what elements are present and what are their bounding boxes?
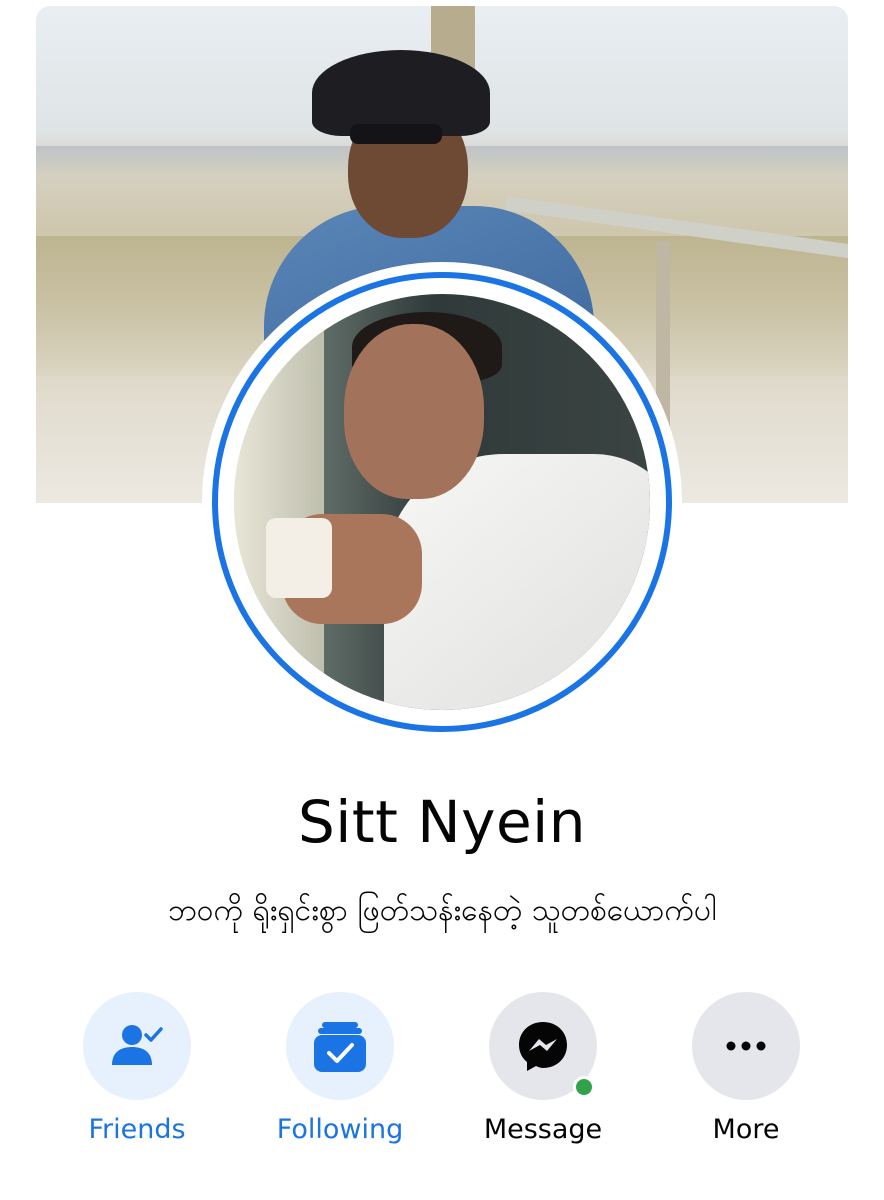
message-label: Message xyxy=(483,1114,603,1145)
following-button-circle[interactable] xyxy=(286,992,394,1100)
messenger-icon xyxy=(519,1022,567,1071)
more-label: More xyxy=(712,1114,780,1145)
following-button[interactable]: Following xyxy=(250,992,430,1145)
more-dots-icon xyxy=(726,1041,766,1051)
friends-label: Friends xyxy=(88,1114,186,1145)
friends-button-circle[interactable] xyxy=(83,992,191,1100)
more-button-circle[interactable] xyxy=(692,992,800,1100)
profile-bio: ဘဝကို ရိုးရှင်းစွာ ဖြတ်သန်းနေတဲ့ သူတစ်ယေ… xyxy=(167,893,717,928)
message-button[interactable]: Message xyxy=(453,992,633,1145)
message-button-circle[interactable] xyxy=(489,992,597,1100)
profile-name: Sitt Nyein xyxy=(297,788,587,856)
friend-check-icon xyxy=(112,1025,163,1065)
profile-picture[interactable] xyxy=(234,294,650,710)
friends-button[interactable]: Friends xyxy=(47,992,227,1145)
following-check-icon xyxy=(314,1022,366,1072)
online-status-dot xyxy=(573,1076,595,1098)
following-label: Following xyxy=(276,1114,404,1145)
more-button[interactable]: More xyxy=(656,992,836,1145)
